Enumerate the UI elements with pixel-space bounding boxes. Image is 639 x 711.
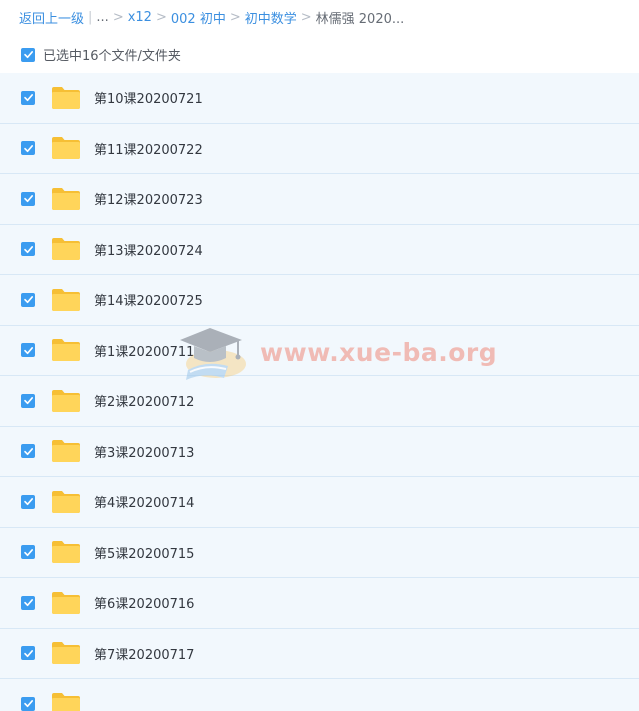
breadcrumb-item-x12[interactable]: x12	[128, 10, 152, 25]
file-name[interactable]: 第6课20200716	[94, 593, 194, 612]
row-checkbox[interactable]	[21, 696, 35, 711]
selection-count-label: 已选中16个文件/文件夹	[43, 49, 181, 64]
file-name[interactable]: 第4课20200714	[94, 492, 194, 511]
row-checkbox[interactable]	[21, 292, 35, 307]
row-checkbox[interactable]	[21, 343, 35, 358]
folder-icon	[51, 490, 81, 514]
file-row[interactable]: 第13课20200724	[0, 224, 639, 275]
check-icon	[23, 397, 33, 405]
row-checkbox[interactable]	[21, 494, 35, 509]
check-icon	[23, 94, 33, 102]
folder-icon	[51, 389, 81, 413]
check-icon	[23, 700, 33, 708]
check-icon	[23, 51, 33, 59]
breadcrumb-separator: >	[155, 9, 167, 25]
file-name[interactable]: 第14课20200725	[94, 290, 203, 309]
check-icon	[23, 245, 33, 253]
file-name[interactable]: 第1课20200711	[94, 341, 194, 360]
row-checkbox[interactable]	[21, 191, 35, 206]
breadcrumb-separator: >	[229, 9, 241, 25]
breadcrumb-separator: >	[112, 9, 124, 25]
file-name[interactable]: 第11课20200722	[94, 139, 203, 158]
check-icon	[23, 346, 33, 354]
row-checkbox[interactable]	[21, 141, 35, 156]
check-icon	[23, 649, 33, 657]
file-name[interactable]: 第13课20200724	[94, 240, 203, 259]
check-icon	[23, 447, 33, 455]
file-row[interactable]: 第10课20200721	[0, 73, 639, 124]
breadcrumb-current: 林儒强 2020...	[315, 11, 405, 27]
file-row[interactable]: 第3课20200713	[0, 426, 639, 477]
file-name[interactable]: 第7课20200717	[94, 644, 194, 663]
select-all-checkbox[interactable]	[21, 47, 35, 62]
file-name[interactable]: 第12课20200723	[94, 189, 203, 208]
check-icon	[23, 144, 33, 152]
file-row[interactable]: 第2课20200712	[0, 376, 639, 427]
file-name[interactable]: 第2课20200712	[94, 391, 194, 410]
file-row[interactable]: 第14课20200725	[0, 275, 639, 326]
file-row[interactable]: 第11课20200722	[0, 123, 639, 174]
breadcrumb-item-002[interactable]: 002 初中	[171, 8, 226, 27]
file-name[interactable]: 第5课20200715	[94, 543, 194, 562]
folder-icon	[51, 692, 81, 711]
check-icon	[23, 195, 33, 203]
folder-icon	[51, 540, 81, 564]
folder-icon	[51, 641, 81, 665]
breadcrumb-separator: >	[300, 9, 312, 25]
row-checkbox[interactable]	[21, 545, 35, 560]
check-icon	[23, 296, 33, 304]
row-checkbox[interactable]	[21, 90, 35, 105]
breadcrumb-pipe: |	[88, 9, 93, 25]
check-icon	[23, 498, 33, 506]
folder-icon	[51, 439, 81, 463]
breadcrumb-item-math[interactable]: 初中数学	[245, 8, 297, 27]
folder-icon	[51, 237, 81, 261]
folder-icon	[51, 591, 81, 615]
file-row[interactable]: 第6课20200716	[0, 578, 639, 629]
file-row[interactable]: 第5课20200715	[0, 527, 639, 578]
select-all-bar: 已选中16个文件/文件夹	[0, 36, 639, 73]
breadcrumb-ellipsis[interactable]: ...	[96, 10, 108, 25]
back-link[interactable]: 返回上一级	[19, 8, 84, 27]
folder-icon	[51, 86, 81, 110]
file-browser: 返回上一级 | ... > x12 > 002 初中 > 初中数学 > 林儒强 …	[0, 0, 639, 711]
folder-icon	[51, 136, 81, 160]
file-name[interactable]: 第10课20200721	[94, 88, 203, 107]
folder-icon	[51, 338, 81, 362]
breadcrumb: 返回上一级 | ... > x12 > 002 初中 > 初中数学 > 林儒强 …	[19, 0, 404, 34]
check-icon	[23, 599, 33, 607]
row-checkbox[interactable]	[21, 595, 35, 610]
file-list: 第10课20200721 第11课20200722 第12课20200723 第…	[0, 73, 639, 711]
folder-icon	[51, 288, 81, 312]
file-row[interactable]: 第1课20200711	[0, 325, 639, 376]
file-name[interactable]: 第3课20200713	[94, 442, 194, 461]
row-checkbox[interactable]	[21, 393, 35, 408]
row-checkbox[interactable]	[21, 444, 35, 459]
file-row[interactable]: 第4课20200714	[0, 477, 639, 528]
check-icon	[23, 548, 33, 556]
folder-icon	[51, 187, 81, 211]
row-checkbox[interactable]	[21, 646, 35, 661]
file-row[interactable]	[0, 679, 639, 711]
file-row[interactable]: 第7课20200717	[0, 628, 639, 679]
file-row[interactable]: 第12课20200723	[0, 174, 639, 225]
row-checkbox[interactable]	[21, 242, 35, 257]
